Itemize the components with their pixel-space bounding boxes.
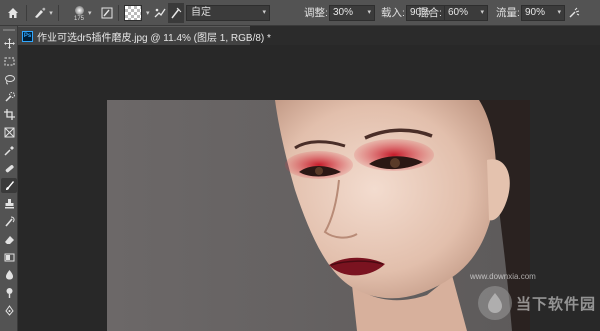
pen-icon — [4, 305, 14, 316]
document-tab[interactable]: Ps 作业可选dr5插件磨皮.jpg @ 11.4% (图层 1, RGB/8)… — [18, 26, 271, 45]
flow-rate-value: 90% — [525, 7, 546, 18]
gradient-icon — [4, 253, 14, 262]
quick-select-icon — [4, 92, 15, 102]
tool-frame[interactable] — [1, 125, 17, 140]
tool-healing[interactable] — [1, 161, 17, 176]
tool-eraser[interactable] — [1, 232, 17, 247]
tool-move[interactable] — [1, 36, 17, 51]
eyedropper-icon — [3, 145, 14, 156]
move-icon — [3, 38, 15, 49]
eraser-icon — [4, 235, 14, 244]
tool-gradient[interactable] — [1, 250, 17, 265]
healing-icon — [5, 164, 14, 172]
tool-blur[interactable] — [1, 267, 17, 282]
portrait-photo — [107, 100, 530, 331]
history-brush-icon — [4, 216, 15, 227]
document-canvas[interactable] — [107, 100, 530, 331]
crop-icon — [3, 109, 15, 121]
frame-icon — [4, 127, 14, 138]
tool-marquee[interactable] — [1, 54, 17, 69]
blur-icon — [5, 270, 13, 280]
tool-stamp[interactable] — [1, 196, 17, 211]
dodge-icon — [6, 288, 12, 299]
watermark-logo-icon — [478, 286, 512, 320]
flow-rate[interactable]: 90% ▾ — [521, 5, 565, 21]
tool-quick-select[interactable] — [1, 89, 17, 104]
watermark-brand: 当下软件园 — [516, 295, 597, 313]
stamp-icon — [4, 199, 14, 209]
tool-history-brush[interactable] — [1, 214, 17, 229]
lasso-icon — [4, 74, 15, 85]
tool-brush[interactable] — [1, 178, 17, 194]
tool-crop[interactable] — [1, 107, 17, 122]
airbrush-toggle[interactable] — [566, 5, 582, 21]
tool-pen[interactable] — [1, 303, 17, 318]
brush-icon — [5, 181, 14, 191]
photoshop-file-icon: Ps — [22, 30, 33, 42]
airbrush-icon — [569, 7, 580, 18]
tool-eyedropper[interactable] — [1, 143, 17, 158]
watermark-url: www.downxia.com — [470, 272, 536, 281]
marquee-icon — [4, 57, 14, 66]
toolbox — [0, 26, 18, 331]
watermark: 当下软件园 — [478, 286, 596, 320]
document-tabs: Ps 作业可选dr5插件磨皮.jpg @ 11.4% (图层 1, RGB/8)… — [18, 26, 600, 45]
tool-lasso[interactable] — [1, 72, 17, 87]
toolbox-grip[interactable] — [3, 29, 15, 31]
tool-dodge[interactable] — [1, 285, 17, 300]
document-title: 作业可选dr5插件磨皮.jpg @ 11.4% (图层 1, RGB/8) * — [37, 32, 271, 44]
